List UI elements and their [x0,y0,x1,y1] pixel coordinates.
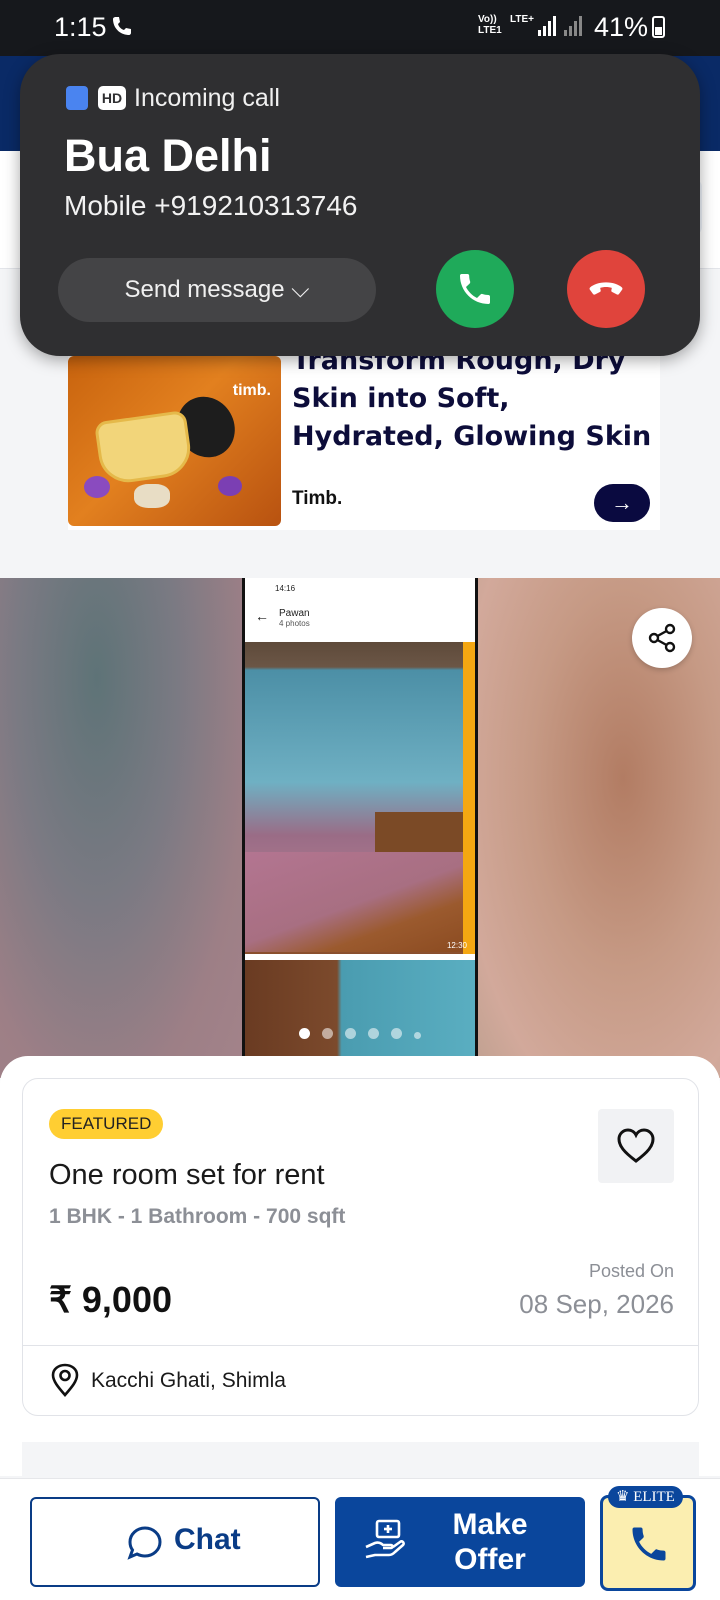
door-frame [463,642,475,954]
elite-badge: ♛ ELITE [608,1486,683,1508]
pagination-dot[interactable] [345,1028,356,1039]
make-offer-button[interactable]: Make Offer [335,1497,585,1587]
listing-title: One room set for rent [49,1159,325,1191]
cream-jar [93,409,195,487]
listing-location: Kacchi Ghati, Shimla [91,1369,286,1392]
signal-icon [538,16,582,36]
lte-indicator: LTE+ [510,14,534,25]
flower-decoration [218,476,242,496]
bed [245,852,475,952]
photo-timestamp: 12:30 [446,941,467,950]
featured-badge: FEATURED [49,1109,164,1139]
hd-voice-icon: HD [98,86,126,110]
pagination-dot[interactable] [368,1028,379,1039]
sponsored-ad[interactable]: timb. Transform Rough, Dry Skin into Sof… [68,340,660,530]
listing-card: FEATURED One room set for rent 1 BHK - 1… [22,1078,699,1416]
battery-icon [652,16,665,38]
chat-button-label: Chat [174,1523,241,1556]
arrow-right-icon[interactable]: → [594,484,650,522]
caller-name: Bua Delhi [64,130,272,181]
call-button[interactable] [600,1495,696,1591]
offer-hand-icon [365,1519,405,1559]
make-offer-label-line1: Make [452,1508,528,1541]
phone-accept-icon [460,274,490,304]
listing-photo[interactable]: 14:16 ← Pawan 4 photos 12:30 [242,578,478,1078]
status-bar: 1:15 Vo)) LTE1 LTE+ 41% [0,0,720,56]
share-icon [648,623,676,653]
listing-price: ₹ 9,000 [49,1279,172,1320]
location-pin-icon [51,1363,79,1397]
ad-image: timb. [68,356,281,526]
listing-photo-gallery[interactable]: 14:16 ← Pawan 4 photos 12:30 [0,578,720,1078]
ad-image-brand: timb. [232,382,271,399]
share-button[interactable] [632,608,692,668]
make-offer-label: Make Offer [415,1507,565,1577]
decline-call-button[interactable] [567,250,645,328]
room-photo: 12:30 [245,642,475,954]
chat-bubble-icon [127,1526,162,1560]
photo-status-time: 14:16 [275,584,296,593]
pagination-dot[interactable] [391,1028,402,1039]
favorite-button[interactable] [598,1109,674,1183]
posted-on-label: Posted On [588,1261,674,1281]
gallery-pagination [0,1028,720,1039]
volte-indicator: Vo)) LTE1 [478,14,502,36]
pagination-dot[interactable] [414,1032,421,1039]
accept-call-button[interactable] [436,250,514,328]
ad-title: Transform Rough, Dry Skin into Soft, Hyd… [292,345,652,452]
photo-header: Pawan 4 photos [245,600,475,638]
chat-button[interactable]: Chat [30,1497,320,1587]
send-message-button[interactable]: Send message ⌵ [58,258,376,322]
incoming-call-label: Incoming call [134,84,280,112]
photo-header-title: Pawan [279,608,310,619]
divider [23,1345,698,1346]
battery-percent: 41% [594,12,649,42]
listing-specs: 1 BHK - 1 Bathroom - 700 sqft [49,1205,346,1228]
status-time: 1:15 [54,12,107,42]
call-status-icon [113,17,131,35]
pagination-dot[interactable] [322,1028,333,1039]
ad-advertiser: Timb. [292,488,343,509]
chevron-down-icon: ⌵ [291,276,310,303]
incoming-call-notification[interactable]: HD Incoming call Bua Delhi Mobile +91921… [20,54,700,356]
next-section [22,1442,699,1482]
make-offer-label-line2: Offer [454,1543,526,1576]
posted-date: 08 Sep, 2026 [519,1289,674,1319]
contact-icon [66,86,88,110]
phone-decline-icon [589,282,623,295]
gallery-blur-left [0,578,242,1078]
phone-icon [632,1527,666,1561]
rock-decoration [134,484,170,508]
heart-icon [617,1128,655,1163]
flower-decoration [84,476,110,498]
caller-number: Mobile +919210313746 [64,190,358,221]
send-message-label: Send message [124,276,285,303]
pagination-dot[interactable] [299,1028,310,1039]
photo-header-sub: 4 photos [279,619,310,628]
